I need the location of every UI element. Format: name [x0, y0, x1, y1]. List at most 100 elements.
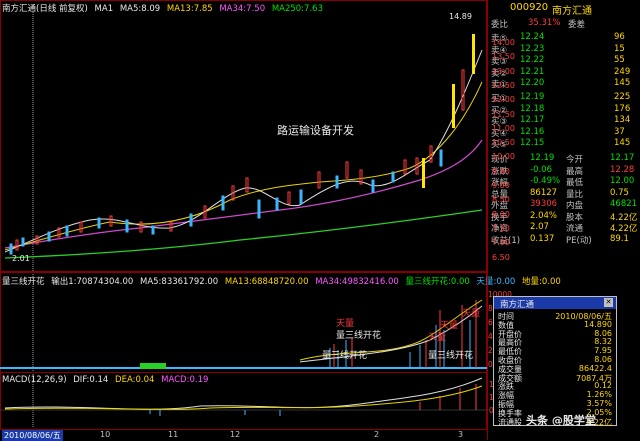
quote-title-row: 000920 南方汇通 — [488, 2, 639, 17]
popup-value: 8.06 — [594, 328, 612, 338]
popup-value: 8.32 — [594, 337, 612, 347]
stock-code: 000920 — [510, 2, 549, 13]
kaihua-annotation-1: 量三线开花 — [336, 331, 382, 341]
buy-volume: 225 — [614, 92, 631, 102]
sell-price: 12.21 — [520, 66, 545, 77]
time-label-2: 11 — [168, 430, 179, 439]
stat-label: 股本 — [566, 212, 584, 223]
stat-label: 流通 — [566, 224, 584, 234]
sell-price: 12.22 — [520, 55, 545, 65]
cursor-date: 2010/08/06/五 — [2, 430, 63, 441]
sell-volume: 15 — [614, 43, 625, 54]
price-tick: 6.50 — [492, 252, 510, 262]
popup-value: 14.890 — [584, 319, 612, 329]
stat-value: 12.19 — [530, 153, 555, 163]
close-icon[interactable]: ✕ — [604, 298, 613, 307]
time-label-1: 10 — [100, 430, 111, 439]
popup-value: 1.26% — [586, 390, 612, 400]
popup-value: 7.95 — [594, 346, 612, 356]
stat-value: 4.22亿 — [610, 224, 638, 234]
time-label-4: 2 — [374, 430, 380, 439]
stat-value: 2.07 — [530, 222, 549, 232]
volume-ma34: MA34:49832416.00 — [315, 277, 399, 287]
stat-row: 换手 2.04% 股本 4.22亿 — [488, 210, 639, 223]
stat-label: 内盘 — [566, 201, 584, 211]
stat-row: 外盘 39306 内盘 46821 — [488, 199, 639, 211]
stat-label: 最低 — [566, 178, 584, 188]
volume-title: 量三线开花 — [2, 277, 45, 287]
price-tick: 10.00 — [492, 152, 515, 162]
stat-value: 2.04% — [530, 210, 558, 221]
price-tick: 11.50 — [492, 109, 515, 119]
high-price-label: 14.89 — [449, 12, 472, 21]
tianliang-annotation-3: 天量 — [440, 321, 459, 331]
weibi-value: 35.31% — [528, 18, 561, 28]
kaihua-annotation-3: 量三线开花 — [428, 351, 474, 361]
stat-row: 收益(1) 0.137 PE(动) 89.1 — [488, 233, 639, 246]
price-tick: 7.00 — [492, 238, 510, 248]
popup-value: 8.06 — [594, 355, 612, 364]
time-label-3: 12 — [230, 430, 241, 439]
stat-value: 0.75 — [610, 187, 629, 198]
volume-output: 输出1:70874304.00 — [51, 277, 134, 287]
price-tick: 11.00 — [492, 123, 515, 133]
time-axis: 2010/08/06/五 10 11 12 2 3 — [0, 430, 487, 441]
buy-volume: 37 — [614, 126, 625, 137]
popup-title: 南方汇通 — [500, 300, 535, 310]
stat-label: 量比 — [566, 189, 584, 200]
low-price-label: 2.01 — [12, 254, 30, 263]
chart-area[interactable]: 南方汇通(日线 前复权) MA1 MA5:8.09 MA13:7.85 MA34… — [0, 0, 561, 441]
stat-value: 0.137 — [530, 233, 555, 244]
popup-titlebar[interactable]: 南方汇通 ✕ — [494, 297, 616, 310]
stat-value: 89.1 — [610, 233, 629, 244]
info-popup[interactable]: 南方汇通 ✕ 时间 2010/08/06/五 数值 14.890 开盘价 8.06 最高价 8… — [493, 296, 617, 427]
sell-volume: 55 — [614, 55, 625, 65]
sell-price: 12.20 — [520, 78, 545, 88]
buy-price: 12.15 — [520, 138, 545, 148]
buy-volume: 176 — [614, 103, 631, 114]
macd-title: MACD(12,26,9) — [2, 375, 67, 385]
volume-ma5: MA5:83361792.00 — [139, 277, 219, 287]
stat-label: 最高 — [566, 166, 584, 177]
price-tick: 9.50 — [492, 166, 510, 176]
stat-value: 86127 — [530, 187, 558, 198]
price-tick: 10.50 — [492, 138, 515, 148]
price-tick: 13.50 — [492, 52, 515, 62]
price-tick: 13.00 — [492, 66, 515, 76]
sell-volume: 96 — [614, 32, 625, 42]
tianliang-annotation-2: 天量 — [428, 333, 447, 343]
price-tick: 8.50 — [492, 195, 510, 205]
popup-label: 流通股 — [498, 417, 522, 427]
main-caption: 路运输设备开发 — [277, 124, 354, 137]
stat-row: 涨幅 -0.49% 最低 12.00 — [488, 176, 639, 188]
weibi-row: 委比 35.31% 委差 — [488, 18, 639, 30]
kaihua-annotation-2: 量三线开花 — [322, 351, 368, 361]
macd-header: MACD(12,26,9) DIF:0.14 DEA:0.04 MACD:0.1… — [2, 375, 212, 385]
price-tick: 14.00 — [492, 38, 515, 47]
stat-value: 12.17 — [610, 153, 635, 163]
sell-volume: 145 — [614, 78, 631, 88]
stat-row: 净资 2.07 流通 4.22亿 — [488, 222, 639, 234]
buy-volume: 134 — [614, 115, 631, 125]
buy-price: 12.16 — [520, 126, 545, 137]
macd-dif: DIF:0.14 — [73, 375, 109, 385]
volume-header: 量三线开花 输出1:70874304.00 MA5:83361792.00 MA… — [2, 275, 565, 287]
volume-kaihua: 量三线开花:0.00 — [405, 277, 470, 287]
stat-value: -0.06 — [530, 164, 552, 175]
popup-value: 3.57% — [586, 399, 612, 408]
stat-value: 12.00 — [610, 176, 635, 186]
buy-price: 12.17 — [520, 115, 545, 125]
stat-value: -0.49% — [530, 176, 561, 186]
stat-row: 总量 86127 量比 0.75 — [488, 187, 639, 200]
price-tick: 8.00 — [492, 209, 510, 219]
sell-price: 12.24 — [520, 32, 545, 42]
weicha-label: 委差 — [568, 20, 586, 30]
watermark: 头条 @股学堂 — [526, 414, 596, 427]
chart-graphics — [0, 12, 487, 430]
popup-value: 86422.4 — [578, 363, 612, 373]
macd-dea: DEA:0.04 — [115, 375, 155, 385]
weibi-label: 委比 — [491, 20, 509, 30]
stat-label: PE(动) — [566, 235, 592, 246]
stat-value: 46821 — [610, 199, 638, 209]
popup-value: 0.12 — [594, 381, 612, 391]
